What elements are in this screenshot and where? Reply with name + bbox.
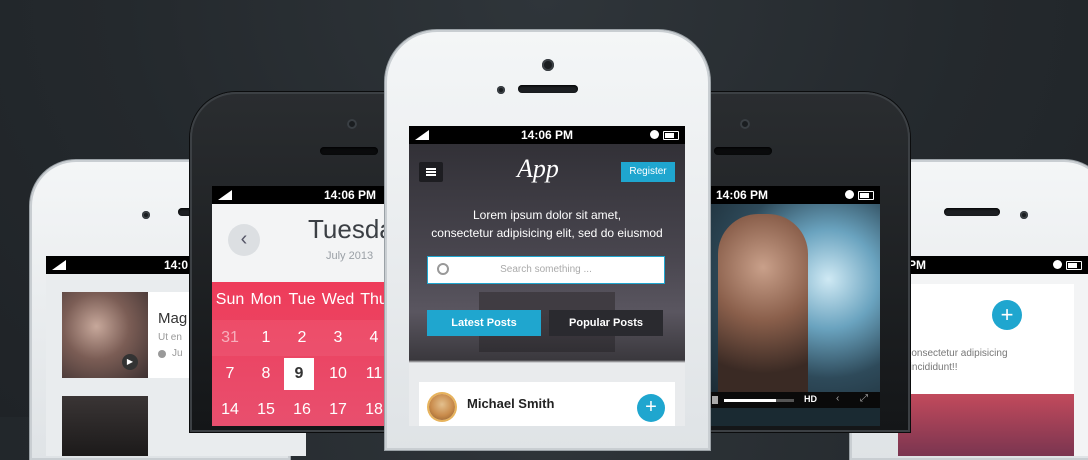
video-controls: HD ‹ ⤢	[708, 392, 880, 408]
hd-button[interactable]: HD	[804, 394, 817, 404]
status-bar: 14:06 PM	[409, 126, 685, 144]
clock-icon	[1053, 260, 1062, 269]
item-meta: Ju	[172, 348, 183, 359]
speaker	[714, 147, 772, 155]
status-time: 14:06 PM	[716, 188, 769, 202]
front-camera	[740, 119, 750, 129]
item-subtitle: Ut en	[158, 332, 182, 343]
register-button[interactable]: Register	[621, 162, 675, 182]
play-icon[interactable]: ▶	[122, 354, 138, 370]
speaker	[518, 85, 578, 93]
screen: 5 PM + t, consectetur adipisicing re inc…	[898, 256, 1088, 456]
day-cell[interactable]: 2	[284, 320, 320, 356]
day-cell[interactable]: 3	[320, 320, 356, 356]
content-card: + t, consectetur adipisicing re incididu…	[898, 284, 1074, 456]
status-bar: 14:06 PM	[708, 186, 880, 204]
day-cell[interactable]: 16	[284, 392, 320, 426]
week-row: 31 1 2 3 4	[212, 320, 412, 356]
day-cell[interactable]: 17	[320, 392, 356, 426]
list-item[interactable]	[62, 396, 148, 456]
volume-icon[interactable]	[712, 396, 718, 404]
day-cell[interactable]: 14	[212, 392, 248, 426]
proximity-sensor	[497, 86, 505, 94]
menu-button[interactable]	[419, 162, 443, 182]
day-cell[interactable]: 10	[320, 356, 356, 392]
front-camera	[142, 211, 150, 219]
front-camera	[1020, 211, 1028, 219]
hamburger-icon	[426, 168, 436, 170]
search-placeholder: Search something ...	[500, 264, 592, 275]
speaker	[320, 147, 378, 155]
item-title: Mag	[158, 310, 188, 327]
battery-icon	[858, 191, 874, 200]
month-year: July 2013	[326, 250, 374, 262]
add-button[interactable]: +	[637, 394, 665, 422]
progress-fill	[724, 399, 776, 402]
clock-icon	[650, 130, 659, 139]
avatar	[429, 394, 455, 420]
tagline-line2: consectetur adipisicing elit, sed do eiu…	[431, 226, 663, 240]
front-camera	[542, 59, 554, 71]
card-image	[898, 394, 1074, 456]
author-name: Michael Smith	[467, 396, 555, 411]
signal-icon	[218, 190, 232, 200]
weekday-mon: Mon	[250, 291, 282, 308]
day-cell[interactable]: 7	[212, 356, 248, 392]
fullscreen-icon[interactable]: ⤢	[860, 393, 868, 404]
tagline-line1: Lorem ipsum dolor sit amet,	[472, 208, 622, 222]
week-row: 14 15 16 17 18	[212, 392, 412, 426]
speaker	[944, 208, 1000, 216]
tab-latest-posts[interactable]: Latest Posts	[427, 310, 541, 336]
week-row: 7 8 9 10 11	[212, 356, 412, 392]
status-time: 14:06 PM	[520, 128, 574, 142]
weekday-wed: Wed	[321, 291, 355, 308]
weekday-row: Sun Mon Tue Wed Thu	[212, 282, 412, 318]
card-text-line1: t, consectetur adipisicing	[898, 348, 1008, 359]
status-time: 14:06 PM	[324, 188, 377, 202]
progress-track[interactable]	[724, 399, 794, 402]
weekday-tue: Tue	[288, 291, 316, 308]
image-strip	[708, 408, 880, 426]
clock-icon	[845, 190, 854, 199]
post-card[interactable]: Michael Smith +	[419, 382, 675, 426]
weekday-sun: Sun	[215, 291, 245, 308]
day-cell[interactable]: 31	[212, 320, 248, 356]
search-input[interactable]: Search something ...	[427, 256, 665, 284]
phone-main: 14:06 PM App Register Lorem ipsum dolor …	[385, 30, 710, 450]
front-camera	[347, 119, 357, 129]
list-item[interactable]: ▶ Mag Ut en Ju	[62, 292, 202, 378]
status-time: 14:0	[164, 258, 189, 272]
status-bar: 5 PM	[898, 256, 1088, 274]
tab-popular-posts[interactable]: Popular Posts	[549, 310, 663, 336]
signal-icon	[52, 260, 66, 270]
selected-day-cell[interactable]: 9	[284, 358, 314, 390]
clock-icon	[158, 350, 166, 358]
video-frame[interactable]	[708, 204, 880, 392]
day-cell[interactable]: 15	[248, 392, 284, 426]
prev-month-button[interactable]: ‹	[228, 224, 260, 256]
share-icon[interactable]: ‹	[836, 393, 839, 404]
app-logo: App	[517, 154, 559, 183]
day-cell[interactable]: 8	[248, 356, 284, 392]
video-subject	[718, 214, 808, 392]
battery-icon	[663, 131, 679, 140]
battery-icon	[1066, 261, 1082, 270]
day-cell[interactable]: 1	[248, 320, 284, 356]
screen: 14:06 PM App Register Lorem ipsum dolor …	[409, 126, 685, 426]
add-button[interactable]: +	[992, 300, 1022, 330]
screen: 14:06 PM HD ‹ ⤢	[708, 186, 880, 426]
